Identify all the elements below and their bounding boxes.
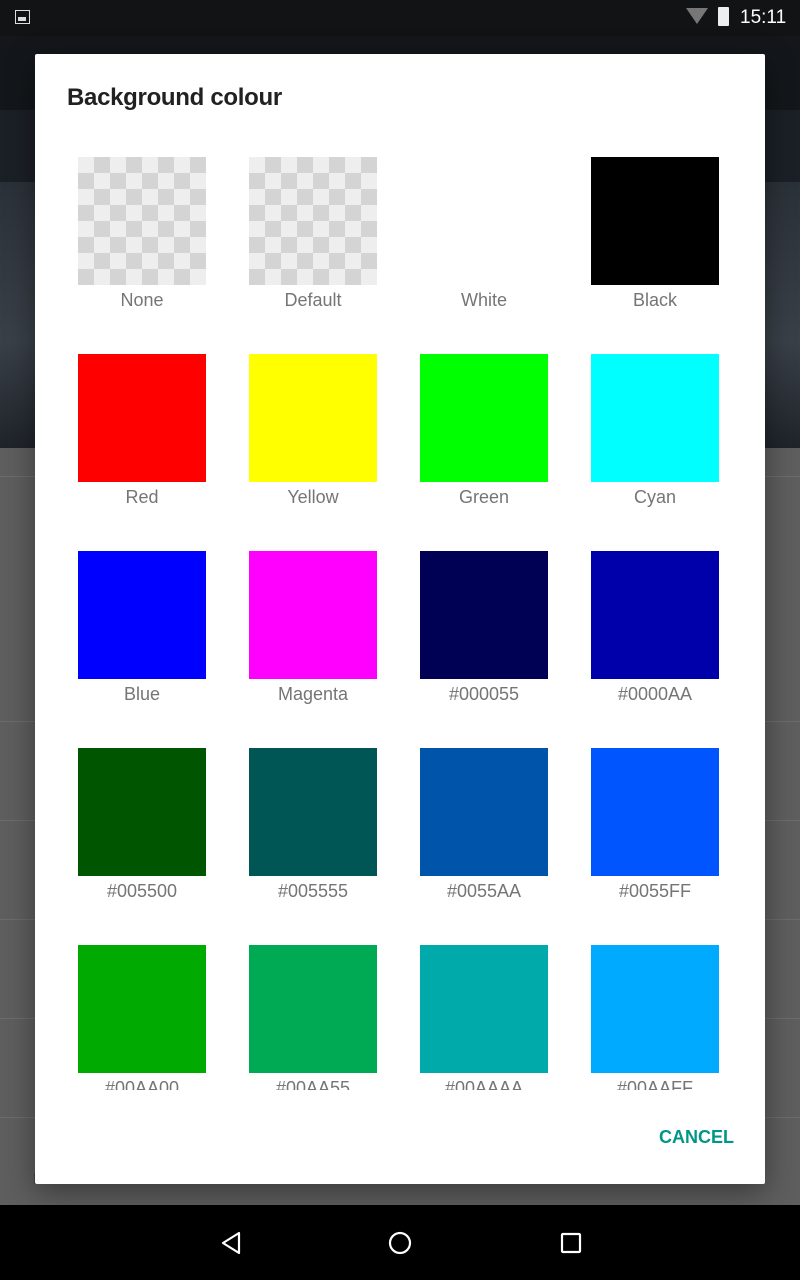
swatch-colour[interactable] [249,748,377,876]
swatch-colour[interactable] [420,748,548,876]
swatch-colour[interactable] [420,551,548,679]
swatch-colour[interactable] [420,157,548,285]
colour-swatch[interactable]: #0055AA [420,748,548,902]
battery-icon [718,7,729,26]
swatch-label: #00AAAA [444,1078,524,1090]
swatch-label: Magenta [277,684,349,704]
swatch-label: #00AA00 [104,1078,180,1090]
swatch-label: #0055AA [446,881,522,901]
swatch-colour[interactable] [591,354,719,482]
swatch-label: #00AAFF [616,1078,694,1090]
recents-icon[interactable] [551,1223,591,1263]
colour-swatch[interactable]: Black [591,157,719,311]
colour-grid[interactable]: None Default White Black Red Yellow Green Cyan B… [35,157,765,1090]
swatch-label: Cyan [633,487,677,507]
swatch-label: White [460,290,507,310]
swatch-label: #00AA55 [275,1078,351,1090]
swatch-label: #005500 [106,881,178,901]
swatch-label: #0000AA [617,684,693,704]
swatch-label: Yellow [287,487,339,507]
colour-swatch[interactable]: #005555 [249,748,377,902]
gallery-icon [15,10,30,24]
colour-swatch[interactable]: #0055FF [591,748,719,902]
colour-swatch[interactable]: Yellow [249,354,377,508]
cancel-button[interactable]: CANCEL [659,1127,734,1148]
background-colour-dialog: Background colour None Default White Black R… [35,54,765,1184]
swatch-label: Blue [123,684,161,704]
colour-swatch[interactable]: Blue [78,551,206,705]
colour-swatch[interactable]: #00AA00 [78,945,206,1090]
swatch-colour[interactable] [78,157,206,285]
swatch-colour[interactable] [591,748,719,876]
swatch-label: None [120,290,164,310]
colour-swatch[interactable]: Default [249,157,377,311]
colour-swatch[interactable]: Green [420,354,548,508]
swatch-label: #000055 [448,684,520,704]
colour-swatch[interactable]: White [420,157,548,311]
colour-swatch[interactable]: None [78,157,206,311]
swatch-colour[interactable] [591,945,719,1073]
status-bar: 15:11 [0,0,800,36]
swatch-label: Default [284,290,342,310]
swatch-colour[interactable] [78,354,206,482]
swatch-colour[interactable] [420,354,548,482]
swatch-colour[interactable] [78,551,206,679]
swatch-label: Red [125,487,159,507]
colour-swatch[interactable]: #0000AA [591,551,719,705]
swatch-colour[interactable] [78,945,206,1073]
status-time: 15:11 [740,7,787,28]
home-icon[interactable] [380,1223,420,1263]
swatch-label: #0055FF [618,881,692,901]
colour-swatch[interactable]: #000055 [420,551,548,705]
dialog-title: Background colour [67,84,282,111]
colour-swatch[interactable]: Red [78,354,206,508]
colour-swatch[interactable]: #00AAFF [591,945,719,1090]
colour-swatch[interactable]: #005500 [78,748,206,902]
swatch-colour[interactable] [249,551,377,679]
wifi-icon [686,8,708,24]
swatch-colour[interactable] [249,157,377,285]
swatch-label: Green [458,487,510,507]
swatch-colour[interactable] [420,945,548,1073]
swatch-colour[interactable] [591,551,719,679]
swatch-colour[interactable] [249,354,377,482]
swatch-label: Black [632,290,677,310]
colour-swatch[interactable]: Magenta [249,551,377,705]
swatch-label: #005555 [277,881,349,901]
colour-swatch[interactable]: #00AAAA [420,945,548,1090]
swatch-colour[interactable] [249,945,377,1073]
colour-swatch[interactable]: #00AA55 [249,945,377,1090]
swatch-colour[interactable] [591,157,719,285]
back-icon[interactable] [211,1223,251,1263]
navigation-bar [0,1205,800,1280]
swatch-colour[interactable] [78,748,206,876]
colour-swatch[interactable]: Cyan [591,354,719,508]
